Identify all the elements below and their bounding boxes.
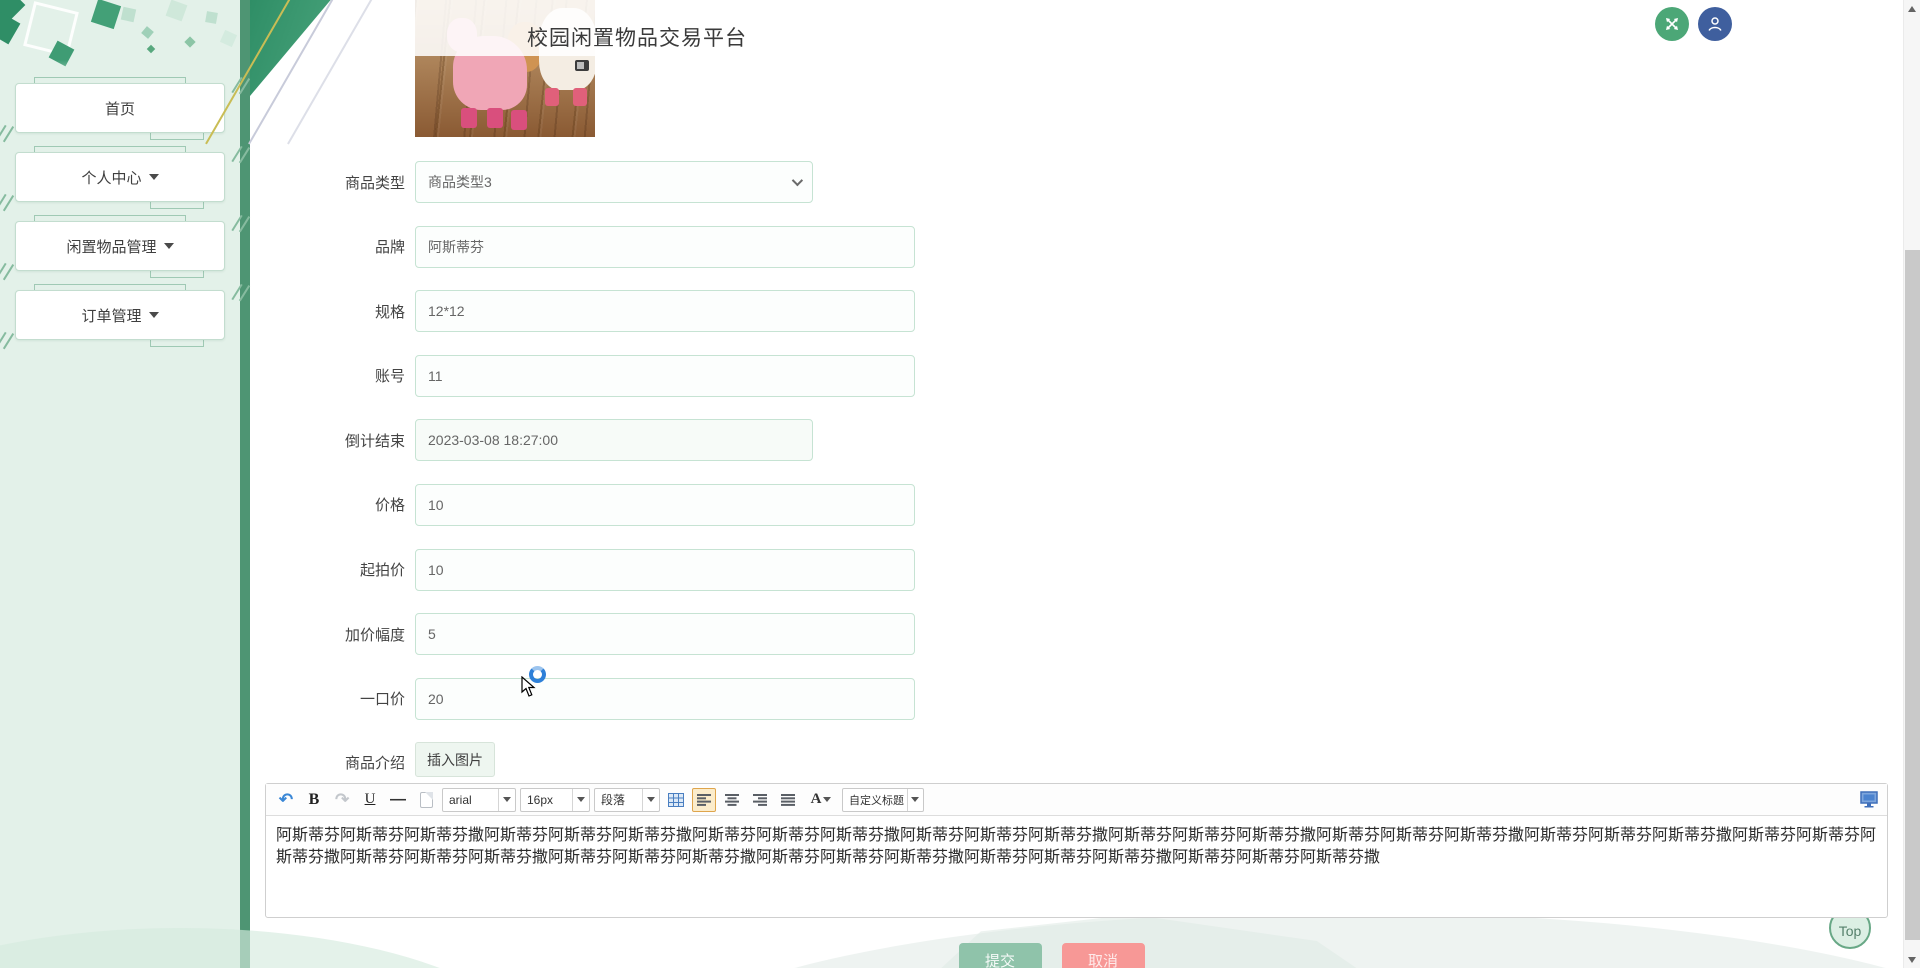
custom-heading-select[interactable]: 自定义标题 <box>842 787 924 812</box>
field-label: 价格 <box>374 497 405 515</box>
chevron-down-icon <box>906 788 923 811</box>
header-actions <box>1655 7 1732 41</box>
chevron-down-icon <box>791 174 804 187</box>
user-icon[interactable] <box>1698 7 1732 41</box>
caret-down-icon <box>148 174 159 180</box>
chevron-down-icon <box>498 788 515 811</box>
form-row-price: 价格 <box>325 483 915 526</box>
field-label: 加价幅度 <box>344 626 405 644</box>
account-input[interactable] <box>415 354 915 397</box>
undo-icon[interactable]: ↶ <box>274 788 298 812</box>
product-type-select[interactable]: 商品类型3 <box>415 161 813 203</box>
font-color-icon[interactable]: A <box>804 788 838 812</box>
align-justify-icon[interactable] <box>776 788 800 812</box>
align-center-icon[interactable] <box>720 788 744 812</box>
decor-slashes <box>0 124 7 142</box>
cancel-button[interactable]: 取消 <box>1061 943 1145 968</box>
rich-text-editor: ↶ B ↶ U — arial 16px 段落 A 自定义标题 阿斯蒂芬阿斯蒂芬… <box>265 783 1888 918</box>
decor-slashes <box>0 193 7 211</box>
decor-slashes <box>0 262 7 280</box>
scroll-down-arrow-icon[interactable] <box>1908 957 1916 963</box>
underline-icon[interactable]: U <box>358 788 382 812</box>
field-label: 规格 <box>374 303 405 321</box>
brand-input[interactable] <box>415 225 915 268</box>
form-row-brand: 品牌 <box>325 225 915 268</box>
mouse-cursor-icon <box>521 675 537 703</box>
sidebar-item-personal-center[interactable]: 个人中心 <box>0 145 243 211</box>
field-label: 账号 <box>374 368 405 386</box>
field-label: 商品介绍 <box>344 755 405 773</box>
buyout-price-input[interactable] <box>415 677 915 720</box>
form-row-type: 商品类型 商品类型3 <box>325 161 915 203</box>
redo-icon[interactable]: ↶ <box>330 788 354 812</box>
video-badge-icon <box>575 60 589 71</box>
scrollbar-thumb[interactable] <box>1905 250 1920 940</box>
new-document-icon[interactable] <box>414 788 438 812</box>
decor-slashes <box>0 331 7 349</box>
sidebar-nav: 首页 个人中心 闲置物品管理 订单管理 <box>0 76 243 359</box>
sidebar-item-idle-goods-management[interactable]: 闲置物品管理 <box>0 214 243 280</box>
font-family-select[interactable]: arial <box>442 787 516 812</box>
vertical-scrollbar[interactable] <box>1903 0 1920 968</box>
caret-down-icon <box>148 312 159 318</box>
insert-image-button[interactable]: 插入图片 <box>415 742 495 778</box>
price-input[interactable] <box>415 483 915 526</box>
editor-content[interactable]: 阿斯蒂芬阿斯蒂芬阿斯蒂芬撒阿斯蒂芬阿斯蒂芬阿斯蒂芬撒阿斯蒂芬阿斯蒂芬阿斯蒂芬撒阿… <box>266 816 1887 918</box>
font-size-select[interactable]: 16px <box>520 787 590 812</box>
bid-increment-input[interactable] <box>415 613 915 656</box>
field-label: 商品类型 <box>344 174 405 192</box>
field-label: 起拍价 <box>359 562 405 580</box>
spec-input[interactable] <box>415 290 915 333</box>
form-row-spec: 规格 <box>325 290 915 333</box>
table-icon[interactable] <box>664 788 688 812</box>
editor-toolbar: ↶ B ↶ U — arial 16px 段落 A 自定义标题 <box>266 784 1887 816</box>
form-row-buyout-price: 一口价 <box>325 677 915 720</box>
sidebar-item-label: 订单管理 <box>81 307 142 325</box>
scroll-up-arrow-icon[interactable] <box>1908 6 1916 12</box>
sidebar-divider <box>240 0 250 968</box>
product-form: 商品类型 商品类型3 品牌 规格 账号 倒计结束 价格 起拍价 <box>325 161 915 778</box>
sidebar-item-order-management[interactable]: 订单管理 <box>0 283 243 349</box>
form-row-intro: 商品介绍 插入图片 <box>325 742 915 778</box>
field-label: 品牌 <box>374 239 405 257</box>
paragraph-format-select[interactable]: 段落 <box>594 787 660 812</box>
sidebar-decor-pattern <box>0 0 240 86</box>
field-label: 倒计结束 <box>344 432 405 450</box>
submit-button[interactable]: 提交 <box>958 943 1042 968</box>
chevron-down-icon <box>572 788 589 811</box>
chevron-down-icon <box>823 797 832 802</box>
start-price-input[interactable] <box>415 548 915 591</box>
expand-arrows-icon[interactable] <box>1655 7 1689 41</box>
field-label: 一口价 <box>359 691 405 709</box>
sidebar-item-home[interactable]: 首页 <box>0 76 243 142</box>
page-title: 校园闲置物品交易平台 <box>527 27 747 50</box>
chevron-down-icon <box>642 788 659 811</box>
sidebar: 首页 个人中心 闲置物品管理 订单管理 <box>0 0 250 968</box>
sidebar-item-label: 闲置物品管理 <box>66 238 157 256</box>
form-row-start-price: 起拍价 <box>325 548 915 591</box>
selected-option: 商品类型3 <box>428 174 492 190</box>
form-row-account: 账号 <box>325 354 915 397</box>
horizontal-rule-icon[interactable]: — <box>386 788 410 812</box>
bold-icon[interactable]: B <box>302 788 326 812</box>
sidebar-item-label: 首页 <box>104 100 135 118</box>
app-window: 首页 个人中心 闲置物品管理 订单管理 校园闲置物品交易平台 商品类型 商品类型… <box>0 0 1920 968</box>
fullscreen-monitor-icon[interactable] <box>1859 791 1879 808</box>
sidebar-item-label: 个人中心 <box>81 169 142 187</box>
caret-down-icon <box>163 243 174 249</box>
form-row-bid-increment: 加价幅度 <box>325 613 915 656</box>
align-right-icon[interactable] <box>748 788 772 812</box>
form-actions: 提交 取消 <box>225 943 1878 968</box>
align-left-icon[interactable] <box>692 787 716 812</box>
countdown-end-input[interactable] <box>415 419 813 462</box>
form-row-countdown-end: 倒计结束 <box>325 419 915 462</box>
